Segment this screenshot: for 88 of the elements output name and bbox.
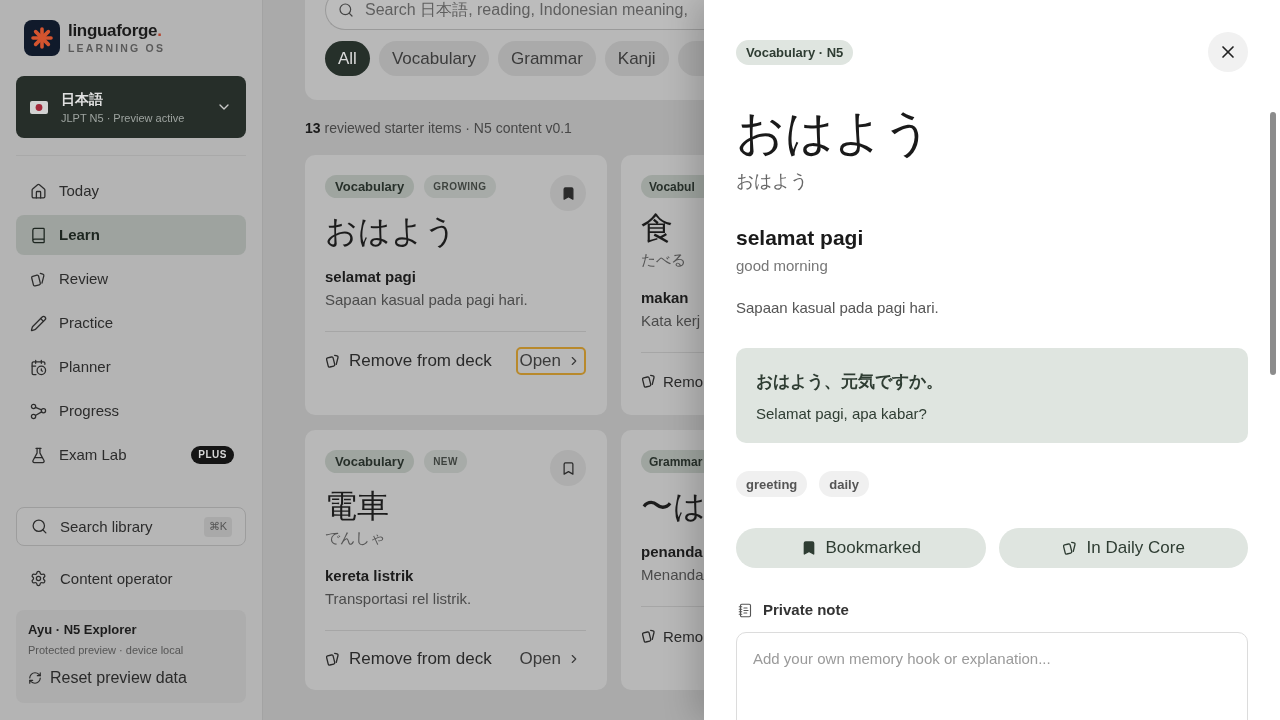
brand-name: linguaforge. [68,21,163,41]
status-badge: GROWING [424,175,496,198]
detail-reading: おはよう [736,170,809,193]
calendar-icon [30,358,47,376]
status-badge: NEW [424,450,467,473]
close-button[interactable] [1208,32,1248,72]
nav-item[interactable]: Today [16,171,246,211]
nodes-icon [30,402,47,420]
item-word: 食 [641,209,674,249]
search-library-button[interactable]: Search library ⌘K [16,507,246,546]
item-note: Transportasi rel listrik. [325,589,473,609]
detail-meaning: selamat pagi [736,225,865,251]
cards-icon [30,270,47,288]
bookmark-button[interactable] [550,175,586,211]
logo-icon [24,20,60,56]
filter-chip[interactable]: All [325,41,370,76]
example-sentence: おはよう、元気ですか。 [756,371,944,393]
bookmark-button[interactable] [550,450,586,486]
settings-icon [30,569,47,587]
item-note: Kata kerj [641,311,702,332]
brand-tagline: LEARNING OS [68,41,166,55]
remove-button[interactable]: Remo [641,627,703,645]
operator-button[interactable]: Content operator [16,558,246,598]
shortcut-key: ⌘K [203,516,232,537]
item-meaning: makan [641,288,690,309]
language-name: 日本語 [61,89,104,108]
filter-chip[interactable]: Kanji [604,41,669,76]
nav-item[interactable]: Progress [16,391,246,431]
nav-item[interactable]: Practice [16,303,246,343]
tag-chip[interactable]: daily [819,471,869,497]
home-icon [30,182,47,200]
filter-chip[interactable]: Grammar [498,41,596,76]
plan-badge: PLUS [191,446,234,464]
language-detail: JLPT N5 · Preview active [61,110,185,125]
profile-detail: Protected preview · device local [28,643,185,658]
detail-gloss: good morning [736,256,829,276]
search-icon [31,518,48,535]
cards-icon [325,651,341,667]
action-button[interactable]: In Daily Core [998,528,1248,568]
remove-button[interactable]: Remo [641,372,703,390]
item-word: 〜は [641,487,704,526]
book-icon [30,226,47,244]
filter-chip[interactable]: Vocabulary [378,41,490,76]
type-badge: Vocabul [641,175,704,198]
search-icon [338,2,354,18]
cards-icon [325,353,341,369]
example-translation: Selamat pagi, apa kabar? [756,404,928,424]
item-word: おはよう [325,212,458,251]
item-word: 電車 [325,487,390,526]
item-reading: でんしゃ [325,528,386,548]
item-note: Menanda [641,565,704,585]
cards-icon [641,628,657,644]
language-selector[interactable]: 日本語 JLPT N5 · Preview active [16,76,246,138]
notebook-icon [738,602,753,618]
item-meaning: kereta listrik [325,566,415,586]
type-badge: Vocabulary [325,450,415,473]
open-link[interactable]: Open [516,347,586,375]
detail-note: Sapaan kasual pada pagi hari. [736,298,940,318]
item-note: Sapaan kasual pada pagi hari. [325,290,529,310]
remove-button[interactable]: Remove from deck [325,351,492,371]
item-meaning: selamat pagi [325,267,417,287]
scrollbar-thumb[interactable] [1270,112,1276,375]
tag-chip[interactable]: greeting [736,471,808,497]
nav-item[interactable]: Planner [16,347,246,387]
profile-name: Ayu · N5 Explorer [28,621,138,639]
flask-icon [30,446,47,464]
search-field[interactable]: Search 日本語, reading, Indonesian meaning, [325,0,704,30]
item-reading: たべる [641,250,687,271]
note-field[interactable]: Add your own memory hook or explanation... [736,632,1248,720]
pencil-icon [30,314,47,332]
open-link[interactable]: Open [516,645,586,673]
action-button[interactable]: Bookmarked [736,528,986,568]
refresh-icon [28,671,42,685]
cards-icon [641,373,657,390]
summary-text: 13 reviewed starter items · N5 content v0.1 [305,119,573,137]
nav-item[interactable]: Learn [16,215,246,255]
cards-icon [1061,540,1078,556]
type-badge: Vocabulary [325,175,415,198]
kind-badge: Vocabulary · N5 [736,39,854,65]
item-meaning: penanda [641,542,704,562]
detail-word: おはよう [736,105,933,161]
remove-button[interactable]: Remove from deck [325,649,492,669]
reset-button[interactable]: Reset preview data [28,667,187,689]
note-label: Private note [763,600,849,620]
nav-item[interactable]: Review [16,259,246,299]
type-badge: Grammar [641,450,704,473]
nav-item[interactable]: Exam Lab PLUS [16,435,246,475]
flag-icon [30,100,48,114]
